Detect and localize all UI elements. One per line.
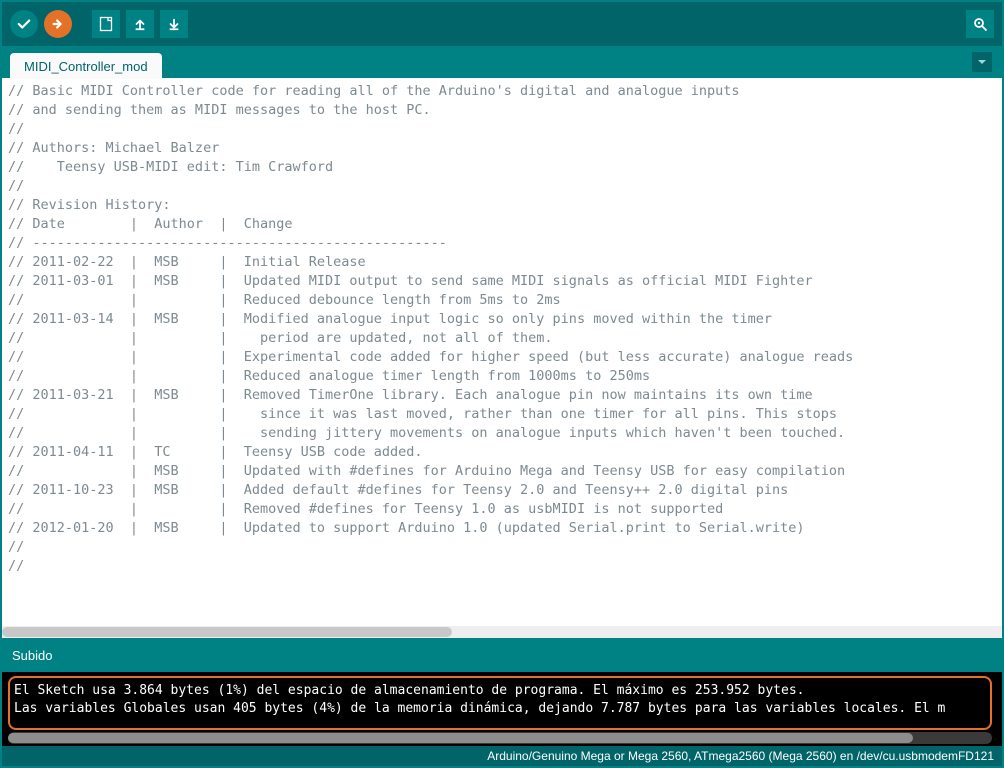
console-panel: El Sketch usa 3.864 bytes (1%) del espac… — [2, 672, 1002, 746]
editor-scrollbar-thumb[interactable] — [2, 627, 452, 637]
console-horizontal-scrollbar[interactable] — [8, 732, 992, 744]
board-port-info: Arduino/Genuino Mega or Mega 2560, ATmeg… — [487, 749, 994, 763]
save-sketch-button[interactable] — [160, 10, 188, 38]
status-text: Subido — [12, 648, 52, 663]
tabs-bar: MIDI_Controller_mod — [2, 46, 1002, 78]
tab-dropdown-button[interactable] — [972, 52, 992, 72]
verify-button[interactable] — [10, 10, 38, 38]
footer-bar: Arduino/Genuino Mega or Mega 2560, ATmeg… — [2, 746, 1002, 766]
open-sketch-button[interactable] — [126, 10, 154, 38]
editor-wrap: // Basic MIDI Controller code for readin… — [2, 78, 1002, 638]
main-toolbar — [2, 2, 1002, 46]
status-bar: Subido — [2, 638, 1002, 672]
editor-horizontal-scrollbar[interactable] — [2, 626, 1002, 638]
console-line: Las variables Globales usan 405 bytes (4… — [14, 700, 986, 718]
serial-monitor-button[interactable] — [966, 10, 994, 38]
tab-midi-controller-mod[interactable]: MIDI_Controller_mod — [10, 53, 162, 79]
arduino-ide-window: MIDI_Controller_mod // Basic MIDI Contro… — [0, 0, 1004, 768]
new-sketch-button[interactable] — [92, 10, 120, 38]
upload-button[interactable] — [44, 10, 72, 38]
code-editor[interactable]: // Basic MIDI Controller code for readin… — [2, 78, 1002, 626]
console-output[interactable]: El Sketch usa 3.864 bytes (1%) del espac… — [8, 676, 992, 730]
console-scrollbar-thumb[interactable] — [8, 733, 913, 743]
console-line: El Sketch usa 3.864 bytes (1%) del espac… — [14, 682, 986, 700]
